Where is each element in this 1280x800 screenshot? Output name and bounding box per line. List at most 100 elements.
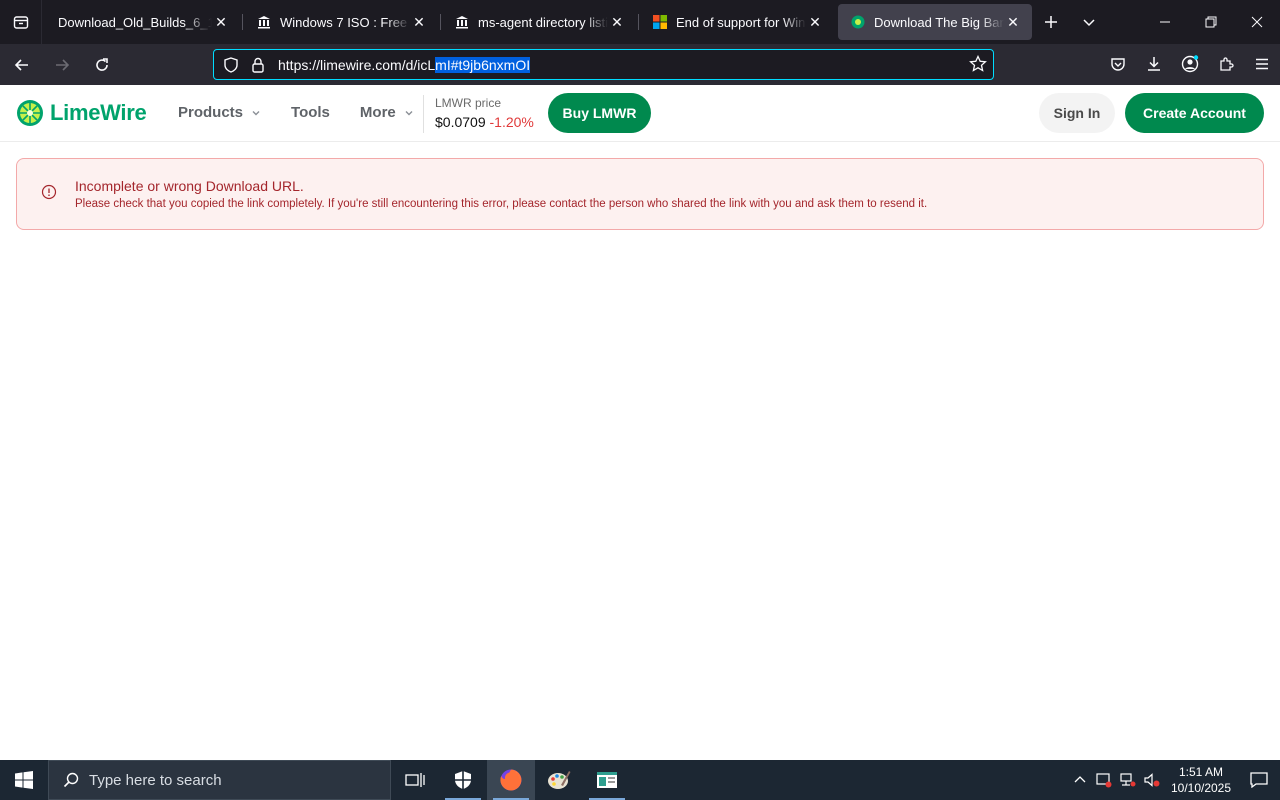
taskbar-clock[interactable]: 1:51 AM 10/10/2025 <box>1164 764 1238 796</box>
archive-institution-icon <box>256 14 272 30</box>
limewire-logo-icon <box>17 100 43 126</box>
limewire-logo-icon <box>850 14 866 30</box>
network-icon <box>1120 773 1136 787</box>
new-tab-button[interactable] <box>1032 4 1070 40</box>
tab-end-of-support[interactable]: End of support for Windov ✕ <box>640 4 834 40</box>
menu-label: More <box>359 104 396 121</box>
windows-security-icon <box>455 771 471 789</box>
pocket-icon <box>1111 58 1125 71</box>
price-value: $0.0709 <box>435 114 486 130</box>
address-bar[interactable]: https://limewire.com/d/icLmI#t9jb6nxmOI <box>213 49 994 80</box>
url-text[interactable]: https://limewire.com/d/icLmI#t9jb6nxmOI <box>278 56 531 73</box>
logo-text: LimeWire <box>50 100 147 125</box>
firefox-view-icon <box>13 16 28 29</box>
restore-button[interactable] <box>1188 0 1234 44</box>
menu-products[interactable]: Products <box>178 104 261 121</box>
start-button[interactable] <box>0 760 48 800</box>
chevron-down-icon <box>1083 19 1095 27</box>
clock-date: 10/10/2025 <box>1170 781 1232 795</box>
tab-title: ms-agent directory listing <box>478 14 608 30</box>
tab-separator <box>440 14 441 30</box>
microsoft-logo-icon <box>652 14 668 30</box>
show-hidden-icons-button[interactable] <box>1068 760 1092 800</box>
lock-icon[interactable] <box>246 57 270 73</box>
bookmark-star-icon[interactable] <box>969 54 987 78</box>
tray-volume[interactable] <box>1140 760 1164 800</box>
minimize-button[interactable] <box>1142 0 1188 44</box>
browser-tabstrip: Download_Old_Builds_6_1 ✕ Windows 7 ISO … <box>0 0 1280 44</box>
navigation-toolbar: https://limewire.com/d/icLmI#t9jb6nxmOI <box>0 44 1280 85</box>
price-change: -1.20% <box>489 114 534 130</box>
taskbar-app-window[interactable] <box>583 760 631 800</box>
price-row: $0.0709 -1.20% <box>435 113 534 131</box>
close-icon <box>1251 16 1263 28</box>
buy-lmwr-button[interactable]: Buy LMWR <box>548 93 651 133</box>
account-button[interactable] <box>1172 48 1208 80</box>
windows-logo-icon <box>15 771 33 789</box>
menu-label: Products <box>178 104 244 121</box>
chevron-down-icon <box>405 110 413 115</box>
firefox-icon <box>500 769 522 791</box>
menu-more[interactable]: More <box>360 104 414 121</box>
tab-download-old-builds[interactable]: Download_Old_Builds_6_1 ✕ <box>46 4 243 40</box>
toolbar-right <box>1100 48 1280 80</box>
firefox-view-button[interactable] <box>0 0 42 44</box>
tab-title: Download_Old_Builds_6_1 <box>58 14 212 30</box>
plus-icon <box>1045 16 1057 28</box>
tray-network[interactable] <box>1116 760 1140 800</box>
main-menu: Products Tools More <box>178 104 444 121</box>
close-tab-icon[interactable]: ✕ <box>410 13 428 31</box>
url-selected-text: mI#t9jb6nxmOI <box>435 56 531 73</box>
close-tab-icon[interactable]: ✕ <box>608 13 626 31</box>
downloads-button[interactable] <box>1136 48 1172 80</box>
tracking-protection-shield-icon[interactable] <box>216 56 246 73</box>
extensions-button[interactable] <box>1208 48 1244 80</box>
restore-icon <box>1205 16 1217 28</box>
paint-icon <box>548 771 571 789</box>
alert-message: Please check that you copied the link co… <box>75 198 928 210</box>
menu-label: Tools <box>291 104 330 121</box>
tray-security-warning[interactable] <box>1092 760 1116 800</box>
create-account-button[interactable]: Create Account <box>1125 93 1264 133</box>
alert-circle-icon <box>41 184 57 200</box>
back-button[interactable] <box>4 49 40 81</box>
taskbar-firefox[interactable] <box>487 760 535 800</box>
tab-ms-agent-listing[interactable]: ms-agent directory listing ✕ <box>442 4 639 40</box>
system-tray: 1:51 AM 10/10/2025 <box>1068 760 1280 800</box>
taskbar-search-input[interactable]: Type here to search <box>48 760 391 800</box>
taskbar-windows-security[interactable] <box>439 760 487 800</box>
tab-list: Download_Old_Builds_6_1 ✕ Windows 7 ISO … <box>42 0 1108 44</box>
forward-button[interactable] <box>44 49 80 81</box>
price-label: LMWR price <box>435 96 502 110</box>
tab-windows-7-iso[interactable]: Windows 7 ISO : Free Dow ✕ <box>244 4 441 40</box>
sign-in-button[interactable]: Sign In <box>1039 93 1115 133</box>
tab-title: Download The Big Bang.is <box>874 14 1004 30</box>
search-icon <box>63 772 79 788</box>
action-center-button[interactable] <box>1238 760 1280 800</box>
chevron-down-icon <box>252 110 260 115</box>
close-tab-icon[interactable]: ✕ <box>806 13 824 31</box>
app-menu-button[interactable] <box>1244 48 1280 80</box>
close-tab-icon[interactable]: ✕ <box>212 13 230 31</box>
task-view-button[interactable] <box>391 760 439 800</box>
close-window-button[interactable] <box>1234 0 1280 44</box>
reload-icon <box>96 57 108 71</box>
notification-icon <box>1250 772 1268 788</box>
arrow-left-icon <box>14 58 28 71</box>
tab-title: Windows 7 ISO : Free Dow <box>280 14 410 30</box>
shield-warning-icon <box>1096 773 1112 788</box>
taskbar-paint[interactable] <box>535 760 583 800</box>
tab-big-bang-download[interactable]: Download The Big Bang.is ✕ <box>838 4 1032 40</box>
close-tab-icon[interactable]: ✕ <box>1004 13 1022 31</box>
puzzle-icon <box>1220 57 1234 71</box>
reload-button[interactable] <box>84 49 120 81</box>
limewire-logo[interactable]: LimeWire <box>16 99 147 127</box>
pocket-button[interactable] <box>1100 48 1136 80</box>
list-all-tabs-button[interactable] <box>1070 4 1108 40</box>
tab-title: End of support for Windov <box>676 14 806 30</box>
chevron-up-icon <box>1074 776 1086 783</box>
account-icon <box>1181 55 1199 73</box>
lmwr-price-widget: LMWR price $0.0709 -1.20% <box>423 95 534 133</box>
menu-tools[interactable]: Tools <box>291 104 330 121</box>
arrow-right-icon <box>56 58 70 71</box>
